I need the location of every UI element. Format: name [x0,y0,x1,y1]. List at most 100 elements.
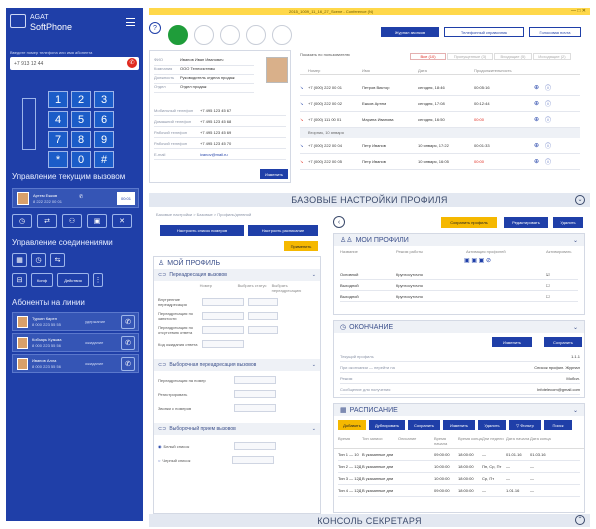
info-icon[interactable]: ⓘ [545,115,551,124]
schedule-add-button[interactable]: Добавить [338,420,366,430]
key-1[interactable]: 1 [48,91,68,108]
call-icon[interactable]: ✆ [127,58,137,68]
window-controls-icon[interactable]: — □ ✕ [571,8,586,14]
volume-slider[interactable] [22,98,36,150]
toggle-icon[interactable]: ⊂⊃ [158,362,166,368]
chevron-up-icon[interactable]: ⌃ [575,515,585,525]
conf-mode-button[interactable]: Конф [31,273,53,287]
receive-header[interactable]: ⊂⊃ Выборочный прием вызовов ⌄ [154,423,320,435]
mute-icon[interactable]: ✕ [112,214,132,228]
info-icon[interactable]: ⓘ [545,99,551,108]
call-back-icon[interactable]: ⊕ [534,116,539,123]
table-row[interactable]: Тип 4 — 12Д В указанные дни 09:00:00 18:00:… [338,485,580,497]
expire-save-button[interactable]: Сохранить [544,337,582,347]
status-select[interactable] [248,326,278,334]
back-icon[interactable]: ‹ [333,216,345,228]
selective-number-field[interactable] [234,376,276,384]
record-icon[interactable]: ▣ [87,214,107,228]
forward-header[interactable]: ⊂⊃ Переадресация вызовов ⌄ [154,269,320,281]
key-6[interactable]: 6 [94,111,114,128]
selective-register-field[interactable] [234,390,276,398]
tab-call-log[interactable]: Журнал звонков [381,27,439,37]
key-8[interactable]: 8 [71,131,91,148]
table-row[interactable]: Тип 3 — 12Д В указанные дни 10:00:00 18:00:… [338,473,580,485]
call-back-icon[interactable]: ⊕ [534,142,539,149]
current-call-card[interactable]: Артем Ежков 8 222 222 00 01 ✆ 00:01 [12,188,139,208]
chevron-down-icon[interactable]: ⌄ [573,407,578,414]
expire-change-button[interactable]: Изменить [492,337,532,347]
info-icon[interactable]: ⓘ [545,141,551,150]
split-icon[interactable]: ⊟ [12,273,27,287]
info-icon[interactable]: ⓘ [545,157,551,166]
profile-section-bar[interactable]: БАЗОВЫЕ НАСТРОЙКИ ПРОФИЛЯ ⌄ [149,193,590,207]
status-busy-icon[interactable] [246,25,266,45]
phone-icon[interactable]: ✆ [121,315,135,329]
history-icon[interactable]: ◷ [31,253,46,267]
conference-icon[interactable]: ⚇ [62,214,82,228]
key-3[interactable]: 3 [94,91,114,108]
tab-outgoing[interactable]: Исходящие (2) [533,53,571,60]
configure-numbers-button[interactable]: Настроить список номеров [160,225,244,236]
checkbox-icon[interactable]: ☑ [546,272,550,277]
key-4[interactable]: 4 [48,111,68,128]
key-9[interactable]: 9 [94,131,114,148]
chevron-down-icon[interactable]: ⌄ [312,362,316,368]
schedule-delete-button[interactable]: Удалить [478,420,506,430]
toggle-icon[interactable]: ⊂⊃ [158,426,166,432]
status-offline-icon[interactable] [272,25,292,45]
table-row[interactable]: ↘ +7 (000) 222 00 05 Петр Иванов 10 янва… [300,154,580,170]
whitelist-field[interactable] [233,442,276,450]
status-dnd-icon[interactable] [194,25,214,45]
radio-icon[interactable]: ◉ [158,444,162,449]
key-hash[interactable]: # [94,151,114,168]
table-row[interactable]: Тип 2 — 12Д В указанные дни 10:00:00 18:00:… [338,461,580,473]
table-row[interactable]: Тип 1 — 10 В указанные дни 09:00:00 18:00:0… [338,449,580,461]
status-online-icon[interactable] [168,25,188,45]
schedule-filter-button[interactable]: ▽ Фильтр [509,420,541,430]
tab-missed[interactable]: Пропущенные (3) [447,53,493,60]
forward-number-field[interactable] [202,298,244,306]
key-5[interactable]: 5 [71,111,91,128]
selective-header[interactable]: ⊂⊃ Выборочная переадресация вызовов ⌄ [154,359,320,371]
hold-icon[interactable]: ◷ [12,214,32,228]
phone-icon[interactable]: ✆ [121,357,135,371]
schedule-change-button[interactable]: Изменить [443,420,475,430]
tab-all[interactable]: Все (10) [410,53,446,60]
forward-number-field[interactable] [202,312,244,320]
call-back-icon[interactable]: ⊕ [534,158,539,165]
console-section-bar[interactable]: КОНСОЛЬ СЕКРЕТАРЯ ⌃ [149,514,590,527]
schedule-duplicate-button[interactable]: Дублировать [369,420,405,430]
activation-icons[interactable]: ▣ ▣ ▣ ⊘ [334,257,584,269]
table-row[interactable]: ↘ +7 (000) 222 00 01 Петров Виктор сегод… [300,80,580,96]
help-icon[interactable]: ? [149,22,161,34]
checkbox-icon[interactable]: ☐ [546,283,550,288]
status-select[interactable] [248,298,278,306]
transfer-icon[interactable]: ⇄ [37,214,57,228]
schedule-save-button[interactable]: Сохранить [408,420,440,430]
chevron-down-icon[interactable]: ⌄ [573,237,578,244]
save-profile-button[interactable]: Сохранить профиль [441,217,497,228]
selective-from-field[interactable] [234,404,276,412]
chevron-down-icon[interactable]: ⌄ [312,426,316,432]
table-row[interactable]: ↘ +7 (000) 222 00 02 Ежков Артем сегодня… [300,96,580,112]
edit-button[interactable]: Редактировать [504,217,548,228]
line-item[interactable]: Иванов Алла 8 000 223 55 56 ожидание ✆ [12,354,139,373]
line-item[interactable]: Кобзарь Кузьма 8 000 223 55 56 ожидание … [12,333,139,352]
schedule-header[interactable]: ▦ РАСПИСАНИЕ ⌄ [334,404,584,416]
line-item[interactable]: Туркин Карен 8 000 223 55 55 удержание ✆ [12,312,139,331]
table-row[interactable]: ↘ +7 (000) 222 00 04 Петр Иванов 10 янва… [300,138,580,154]
key-star[interactable]: * [48,151,68,168]
configure-schedule-button[interactable]: Настроить расписание [248,225,318,236]
status-away-icon[interactable] [220,25,240,45]
delete-button[interactable]: Удалить [553,217,583,228]
chevron-down-icon[interactable]: ⌄ [575,195,585,205]
table-row[interactable]: ↘ +7 (000) 111 00 01 Маринa Иванова сего… [300,112,580,128]
chevron-down-icon[interactable]: ⌄ [312,272,316,278]
blacklist-field[interactable] [232,456,275,464]
key-2[interactable]: 2 [71,91,91,108]
dialer-input[interactable]: +7 913 12 44 ✆ [10,57,139,70]
tab-voicemail[interactable]: Голосовая почта [529,27,581,37]
apply-button[interactable]: Применить [284,241,318,251]
call-back-icon[interactable]: ⊕ [534,84,539,91]
call-back-icon[interactable]: ⊕ [534,100,539,107]
